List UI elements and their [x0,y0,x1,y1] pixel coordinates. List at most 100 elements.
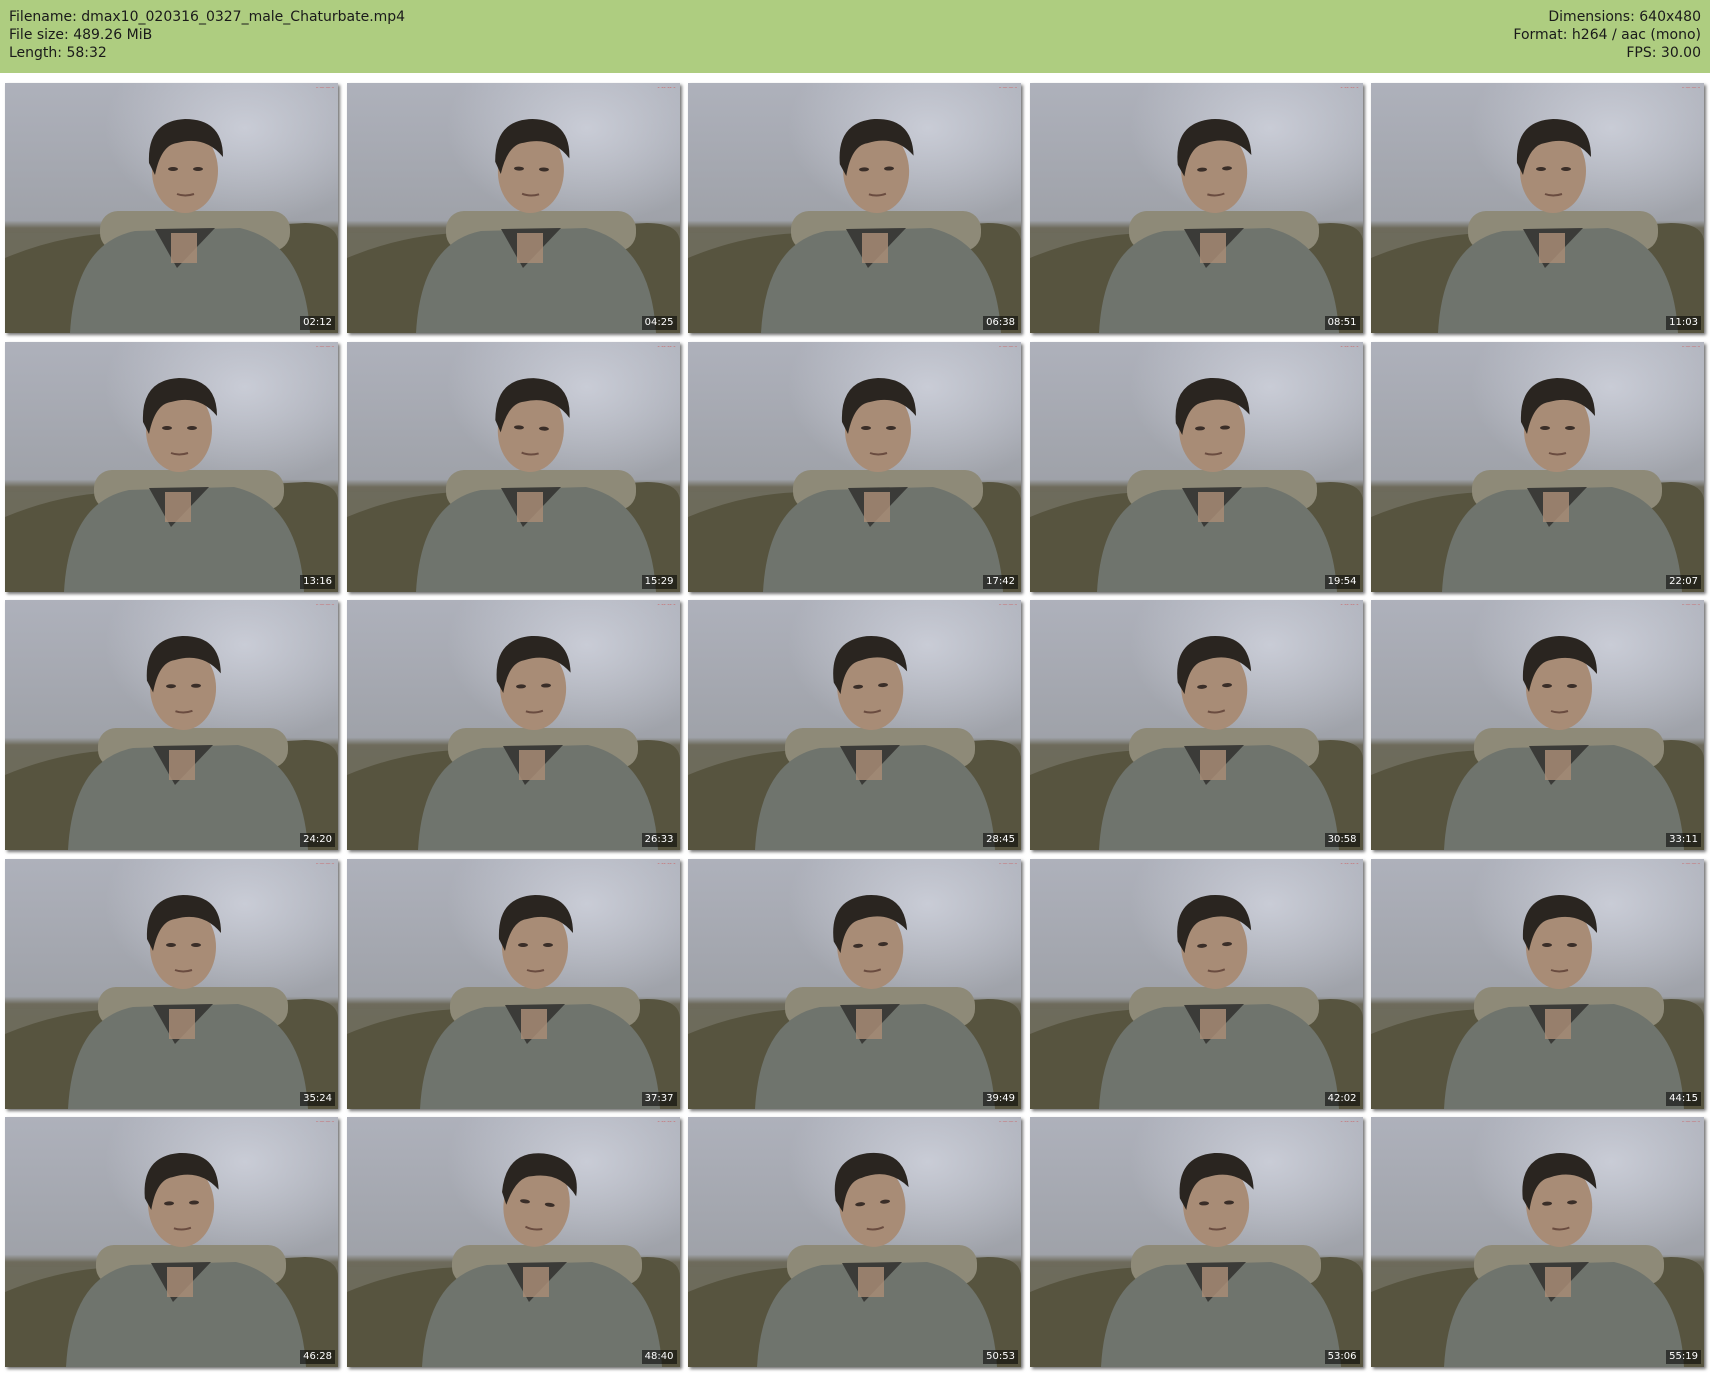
frame-image [688,1152,1021,1367]
video-thumbnail: ⌒⌒⌒ 15:29 [346,341,680,592]
video-thumbnail: ⌒⌒⌒ 28:45 [688,600,1021,850]
frame-image [346,1153,680,1367]
video-thumbnail: ⌒⌒⌒ 22:07 [1371,341,1704,592]
video-thumbnail: ⌒⌒⌒ 04:25 [346,83,680,333]
dimensions-text: Dimensions: 640x480 [1548,9,1701,25]
video-thumbnail: ⌒⌒⌒ 11:03 [1371,83,1704,333]
timestamp-label: 30:58 [1324,833,1360,847]
video-thumbnail: ⌒⌒⌒ 30:58 [1029,600,1363,850]
video-thumbnail: ⌒⌒⌒ 13:16 [5,341,338,592]
watermark-logo: ⌒⌒⌒ [1681,345,1700,353]
watermark-logo: ⌒⌒⌒ [657,1121,676,1128]
watermark-logo: ⌒⌒⌒ [657,345,676,353]
frame-image [1029,894,1363,1109]
video-thumbnail: ⌒⌒⌒ 50:53 [688,1117,1021,1367]
timestamp-label: 28:45 [983,833,1018,847]
video-thumbnail: ⌒⌒⌒ 24:20 [5,600,338,850]
frame-image [346,377,680,592]
watermark-logo: ⌒⌒⌒ [315,345,334,353]
watermark-logo: ⌒⌒⌒ [1340,862,1359,870]
watermark-logo: ⌒⌒⌒ [315,862,334,870]
timestamp-label: 26:33 [641,833,677,847]
watermark-logo: ⌒⌒⌒ [1681,87,1700,94]
watermark-logo: ⌒⌒⌒ [1681,1121,1700,1128]
timestamp-label: 11:03 [1666,316,1701,330]
info-header: Filename: dmax10_020316_0327_male_Chatur… [0,0,1710,73]
frame-image [346,894,680,1109]
timestamp-label: 04:25 [641,316,677,330]
frame-image [688,377,1021,592]
frame-image [346,636,680,850]
info-right: Dimensions: 640x480 Format: h264 / aac (… [1513,8,1701,62]
video-thumbnail: ⌒⌒⌒ 44:15 [1371,858,1704,1109]
timestamp-label: 53:06 [1324,1350,1360,1364]
watermark-logo: ⌒⌒⌒ [998,1121,1017,1128]
timestamp-label: 48:40 [641,1350,677,1364]
frame-image [1371,636,1704,850]
video-thumbnail: ⌒⌒⌒ 55:19 [1371,1117,1704,1367]
frame-image [5,636,338,850]
watermark-logo: ⌒⌒⌒ [657,604,676,611]
file-size-text: File size: 489.26 MiB [9,27,153,43]
timestamp-label: 55:19 [1666,1350,1701,1364]
video-thumbnail: ⌒⌒⌒ 33:11 [1371,600,1704,850]
timestamp-label: 06:38 [983,316,1018,330]
video-thumbnail: ⌒⌒⌒ 06:38 [688,83,1021,333]
timestamp-label: 13:16 [300,574,335,589]
watermark-logo: ⌒⌒⌒ [1340,87,1359,94]
video-thumbnail: ⌒⌒⌒ 02:12 [5,83,338,333]
timestamp-label: 02:12 [300,316,335,330]
timestamp-label: 39:49 [983,1091,1018,1106]
video-thumbnail: ⌒⌒⌒ 17:42 [688,341,1021,592]
timestamp-label: 35:24 [300,1091,335,1106]
watermark-logo: ⌒⌒⌒ [315,87,334,94]
video-thumbnail: ⌒⌒⌒ 37:37 [346,858,680,1109]
frame-image [1371,1153,1704,1367]
video-thumbnail: ⌒⌒⌒ 08:51 [1029,83,1363,333]
video-thumbnail: ⌒⌒⌒ 26:33 [346,600,680,850]
frame-image [1029,1153,1363,1367]
fps-text: FPS: 30.00 [1626,45,1701,61]
timestamp-label: 46:28 [300,1350,335,1364]
length-text: Length: 58:32 [9,45,107,61]
watermark-logo: ⌒⌒⌒ [998,604,1017,611]
frame-image [1029,636,1363,850]
timestamp-label: 22:07 [1666,574,1701,589]
video-thumbnail: ⌒⌒⌒ 53:06 [1029,1117,1363,1367]
video-thumbnail: ⌒⌒⌒ 46:28 [5,1117,338,1367]
timestamp-label: 44:15 [1666,1091,1701,1106]
watermark-logo: ⌒⌒⌒ [1681,604,1700,611]
format-text: Format: h264 / aac (mono) [1513,27,1701,43]
frame-image [688,636,1021,850]
watermark-logo: ⌒⌒⌒ [315,1121,334,1128]
watermark-logo: ⌒⌒⌒ [657,862,676,870]
frame-image [1371,119,1704,333]
thumbnail-grid: ⌒⌒⌒ 02:12 ⌒⌒⌒ 04:25 ⌒⌒⌒ 06:38 ⌒⌒⌒ 08:51 … [5,83,1705,1368]
watermark-logo: ⌒⌒⌒ [998,345,1017,353]
timestamp-label: 24:20 [300,833,335,847]
frame-image [5,377,338,592]
frame-image [1371,377,1704,592]
watermark-logo: ⌒⌒⌒ [1681,862,1700,870]
watermark-logo: ⌒⌒⌒ [1340,345,1359,353]
frame-image [5,119,338,333]
info-left: Filename: dmax10_020316_0327_male_Chatur… [9,8,405,62]
timestamp-label: 17:42 [983,574,1018,589]
timestamp-label: 50:53 [983,1350,1018,1364]
watermark-logo: ⌒⌒⌒ [657,87,676,94]
frame-image [346,119,680,333]
timestamp-label: 15:29 [641,574,677,589]
frame-image [5,1153,338,1367]
filename-text: Filename: dmax10_020316_0327_male_Chatur… [9,9,406,25]
watermark-logo: ⌒⌒⌒ [1340,604,1359,611]
frame-image [1371,894,1704,1109]
timestamp-label: 33:11 [1666,833,1701,847]
watermark-logo: ⌒⌒⌒ [1340,1121,1359,1128]
frame-image [1029,119,1363,333]
frame-image [688,119,1021,333]
timestamp-label: 37:37 [641,1091,677,1106]
frame-image [5,894,338,1109]
video-thumbnail: ⌒⌒⌒ 42:02 [1029,858,1363,1109]
timestamp-label: 42:02 [1324,1091,1360,1106]
watermark-logo: ⌒⌒⌒ [315,604,334,611]
